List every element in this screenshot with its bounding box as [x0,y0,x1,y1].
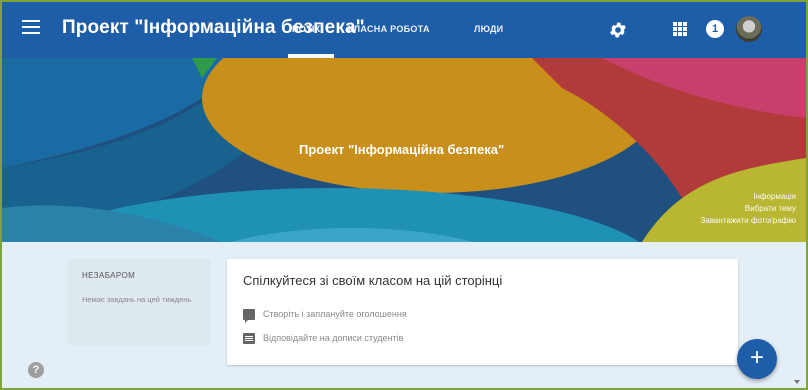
add-button[interactable]: + [737,339,777,379]
upcoming-empty-text: Немає завдань на цей тиждень [82,295,192,304]
banner-actions: Інформація Вибрати тему Завантажити фото… [700,191,796,227]
notifications-badge[interactable]: 1 [706,20,724,38]
avatar[interactable] [736,16,762,42]
banner-link-info[interactable]: Інформація [700,191,796,203]
upcoming-panel: НЕЗАБАРОМ Немає завдань на цей тиждень [68,259,211,345]
card-item-announcement: Створіть і заплануйте оголошення [243,302,722,326]
menu-icon[interactable] [22,20,40,36]
gear-icon[interactable] [608,20,628,40]
tab-people[interactable]: ЛЮДИ [474,24,503,34]
welcome-card: Спілкуйтеся зі своїм класом на цій сторі… [227,259,738,365]
tab-stream[interactable]: ПОТІК [292,24,320,34]
card-item-respond: Відповідайте на дописи студентів [243,326,722,350]
stream-content: НЕЗАБАРОМ Немає завдань на цей тиждень С… [2,242,806,388]
tab-classwork[interactable]: КЛАСНА РОБОТА [348,24,430,34]
top-bar: Проект "Інформаційна безпека" ПОТІК КЛАС… [2,2,806,58]
list-icon [243,332,255,344]
apps-grid-icon[interactable] [673,22,687,36]
help-icon[interactable]: ? [28,362,44,378]
card-item-text: Відповідайте на дописи студентів [263,333,404,343]
upcoming-title: НЕЗАБАРОМ [82,271,136,280]
app-window: Проект "Інформаційна безпека" ПОТІК КЛАС… [0,0,808,390]
banner-link-select-theme[interactable]: Вибрати тему [700,203,796,215]
card-item-text: Створіть і заплануйте оголошення [263,309,407,319]
welcome-card-title: Спілкуйтеся зі своїм класом на цій сторі… [243,273,503,288]
banner-title: Проект "Інформаційна безпека" [299,142,505,157]
banner-link-upload-photo[interactable]: Завантажити фотографію [700,215,796,227]
scroll-down-icon[interactable] [794,380,800,384]
class-banner: Проект "Інформаційна безпека" Інформація… [2,58,806,242]
chat-icon [243,308,255,323]
